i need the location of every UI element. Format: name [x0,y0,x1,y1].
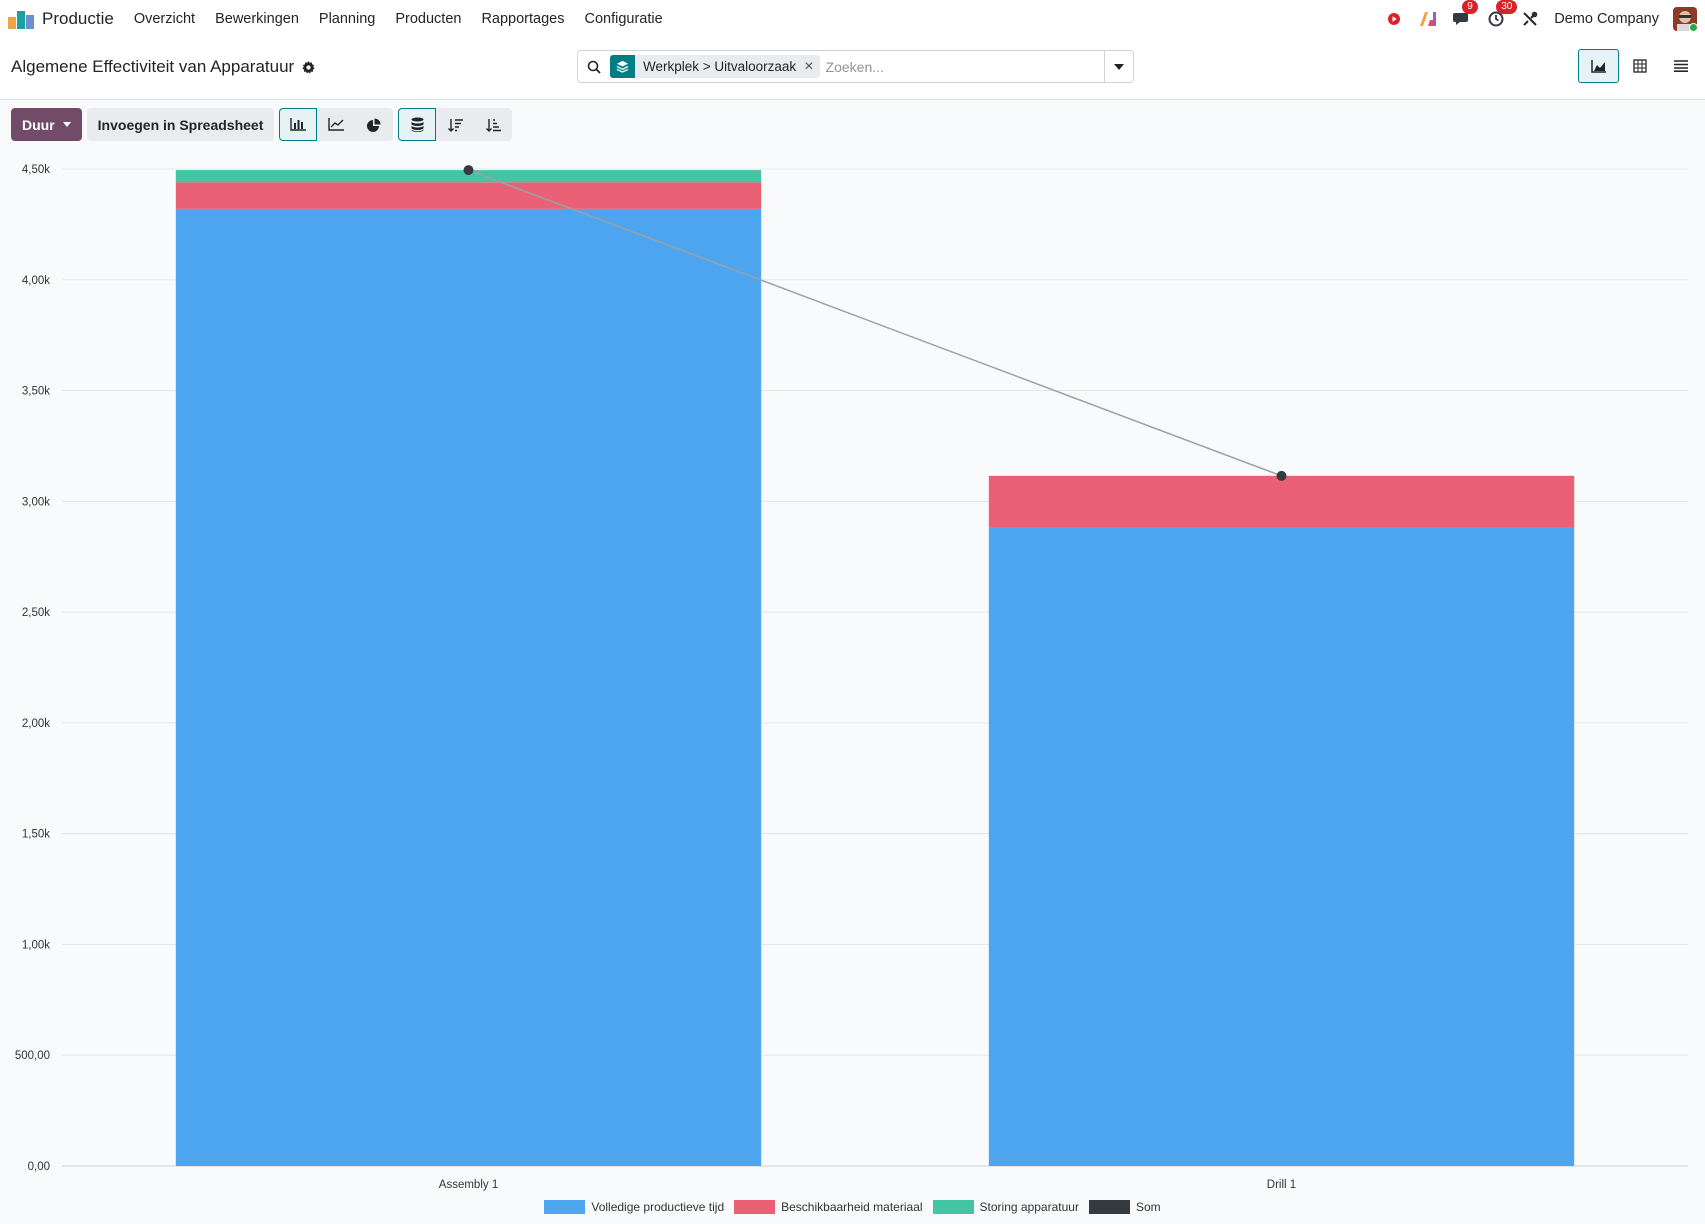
menu-configuratie[interactable]: Configuratie [584,11,662,27]
chart-type-group [279,108,394,141]
line-chart-button[interactable] [317,108,356,141]
area-chart-icon [1590,60,1606,73]
bar-segment [988,475,1575,528]
view-switcher [1578,49,1701,83]
measures-dropdown-button[interactable]: Duur [11,108,82,141]
search-bar[interactable]: Werkplek > Uitvaloorzaak × [577,50,1134,83]
stacked-bar-chart: 0,00 500,00 1,00k 1,50k 2,00k 2,50k 3,00k 3,50k… [15,164,1688,1191]
table-icon [1632,59,1647,73]
y-tick-label: 1,50k [22,829,50,841]
legend-item[interactable]: Som [1088,1200,1161,1214]
search-icon [578,60,610,74]
stacked-toggle-button[interactable] [398,108,437,141]
stack-icon [411,117,424,132]
debug-tools-icon[interactable] [1520,9,1540,29]
sort-ascending-icon [485,118,501,132]
page-title-text: Algemene Effectiviteit van Apparatuur [11,57,295,76]
y-tick-label: 4,50k [22,164,50,176]
menu-producten[interactable]: Producten [395,11,461,27]
activities-badge: 30 [1496,0,1518,14]
y-tick-label: 3,50k [22,386,50,398]
graph-view-button[interactable] [1578,49,1619,83]
menu-overzicht[interactable]: Overzicht [134,11,195,27]
page-title: Algemene Effectiviteit van Apparatuur [11,57,315,77]
y-tick-label: 2,00k [22,718,50,730]
menu-rapportages[interactable]: Rapportages [481,11,564,27]
online-status-icon [1689,23,1697,31]
sort-ascending-button[interactable] [474,108,513,141]
menu-planning[interactable]: Planning [319,11,375,27]
bar-chart-button[interactable] [279,108,318,141]
x-tick-label: Assembly 1 [439,1179,498,1191]
bar-segment [988,527,1575,1166]
caret-down-icon [1114,63,1124,70]
list-icon [1673,60,1688,72]
gear-icon[interactable] [302,60,315,74]
layers-icon [610,55,635,78]
pie-chart-button[interactable] [355,108,394,141]
y-tick-label: 1,00k [22,939,50,951]
pie-chart-icon [367,118,381,132]
search-input[interactable] [825,51,1104,82]
legend-swatch [734,1200,776,1214]
menu-bewerkingen[interactable]: Bewerkingen [215,11,299,27]
legend-label: Beschikbaarheid materiaal [781,1200,923,1214]
company-switcher[interactable]: Demo Company [1554,11,1659,27]
app-name[interactable]: Productie [42,9,114,29]
y-tick-label: 2,50k [22,607,50,619]
sort-descending-icon [447,118,463,132]
bar-chart-icon [290,118,307,131]
legend-swatch [544,1200,586,1214]
sum-point [463,165,474,176]
remove-facet-icon[interactable]: × [804,58,819,76]
legend-item[interactable]: Beschikbaarheid materiaal [734,1200,923,1214]
activities-icon[interactable]: 30 [1486,0,1518,29]
search-facet-label: Werkplek > Uitvaloorzaak [643,59,797,74]
x-tick-label: Drill 1 [1267,1179,1296,1191]
y-tick-label: 500,00 [15,1050,50,1062]
search-options-toggle[interactable] [1104,51,1133,82]
y-tick-label: 4,00k [22,275,50,287]
chart-legend: Volledige productieve tijd Beschikbaarhe… [0,1200,1705,1214]
record-icon[interactable] [1384,9,1404,29]
legend-item[interactable]: Volledige productieve tijd [544,1200,724,1214]
legend-label: Som [1135,1200,1161,1214]
manufacturing-app-icon[interactable] [8,9,34,29]
legend-item[interactable]: Storing apparatuur [932,1200,1079,1214]
top-navbar: Productie Overzicht Bewerkingen Planning… [0,0,1705,38]
pivot-view-button[interactable] [1619,49,1660,83]
insert-in-spreadsheet-button[interactable]: Invoegen in Spreadsheet [86,108,275,141]
caret-down-icon [62,122,71,127]
sum-point [1276,470,1287,481]
legend-label: Storing apparatuur [979,1200,1079,1214]
user-avatar[interactable] [1673,7,1697,31]
messages-icon[interactable]: 9 [1452,0,1478,29]
list-view-button[interactable] [1660,49,1701,83]
bar-segment [175,182,762,209]
search-facet[interactable]: Werkplek > Uitvaloorzaak × [610,55,820,78]
bar-segment [175,208,762,1166]
measures-label: Duur [22,116,55,133]
graph-toolbar: Duur Invoegen in Spreadsheet [11,108,513,141]
line-chart-icon [328,118,345,131]
y-tick-label: 0,00 [28,1161,50,1173]
chart-options-group [398,108,513,141]
legend-label: Volledige productieve tijd [591,1200,725,1214]
legend-swatch [932,1200,974,1214]
sort-descending-button[interactable] [436,108,475,141]
legend-swatch [1088,1200,1130,1214]
messages-badge: 9 [1462,0,1478,14]
control-panel: Algemene Effectiviteit van Apparatuur We… [0,38,1705,100]
ai-assistant-icon[interactable] [1418,9,1438,29]
y-tick-label: 3,00k [22,496,50,508]
